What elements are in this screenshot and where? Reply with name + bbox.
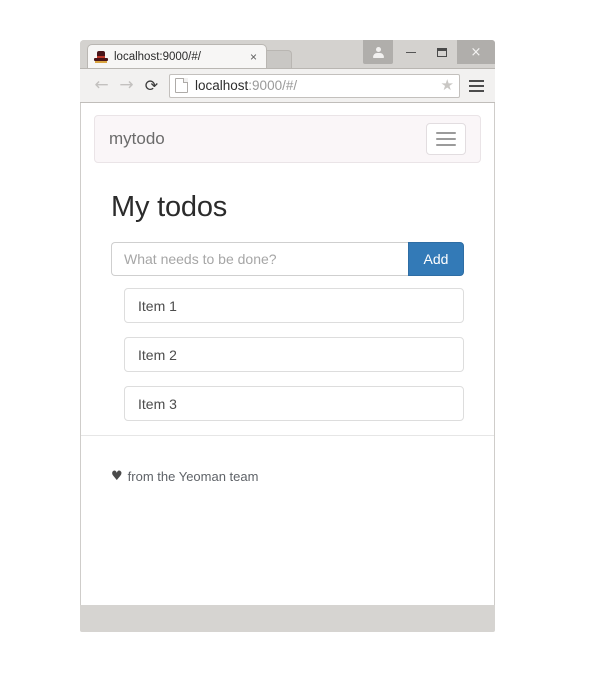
close-window-button[interactable]: × bbox=[457, 40, 495, 64]
browser-window: localhost:9000/#/ × × ← → ⟳ localhost:90… bbox=[80, 40, 495, 632]
reload-button[interactable]: ⟳ bbox=[139, 73, 164, 98]
navbar-toggle-button[interactable] bbox=[426, 123, 466, 155]
bookmark-star-icon[interactable]: ★ bbox=[441, 78, 454, 93]
navbar-brand[interactable]: mytodo bbox=[109, 129, 165, 149]
browser-tab-active[interactable]: localhost:9000/#/ × bbox=[87, 44, 267, 68]
url-path: :9000/#/ bbox=[248, 78, 298, 93]
hamburger-bar bbox=[436, 138, 456, 140]
tab-close-icon[interactable]: × bbox=[247, 51, 260, 63]
minimize-button[interactable] bbox=[395, 40, 426, 64]
todo-list: Item 1 Item 2 Item 3 bbox=[111, 288, 464, 421]
profile-avatar-button[interactable] bbox=[363, 40, 393, 64]
url-host: localhost bbox=[195, 78, 249, 93]
browser-toolbar: ← → ⟳ localhost:9000/#/ ★ bbox=[80, 68, 495, 103]
add-todo-button[interactable]: Add bbox=[408, 242, 464, 276]
window-controls: × bbox=[363, 40, 495, 64]
page-viewport: mytodo My todos Add Item 1 Item 2 Item 3… bbox=[80, 103, 495, 605]
page-document-icon bbox=[175, 78, 188, 93]
app-navbar: mytodo bbox=[94, 115, 481, 163]
person-avatar-icon bbox=[372, 46, 384, 58]
page-title: My todos bbox=[111, 191, 228, 223]
app-footer: ♥ from the Yeoman team bbox=[81, 435, 494, 484]
hamburger-bar bbox=[468, 79, 484, 82]
hamburger-bar bbox=[436, 144, 456, 146]
footer-text: ♥ from the Yeoman team bbox=[111, 469, 464, 484]
hamburger-bar bbox=[468, 89, 484, 92]
list-item[interactable]: Item 3 bbox=[124, 386, 464, 421]
browser-titlebar: localhost:9000/#/ × × bbox=[80, 40, 495, 68]
list-item[interactable]: Item 2 bbox=[124, 337, 464, 372]
hamburger-bar bbox=[468, 84, 484, 87]
maximize-button[interactable] bbox=[426, 40, 457, 64]
tab-title: localhost:9000/#/ bbox=[114, 50, 201, 63]
address-bar[interactable]: localhost:9000/#/ ★ bbox=[169, 73, 460, 98]
forward-button[interactable]: → bbox=[114, 73, 139, 98]
yeoman-hat-icon bbox=[94, 50, 108, 64]
browser-menu-button[interactable] bbox=[466, 75, 486, 97]
url-text: localhost:9000/#/ bbox=[195, 78, 297, 93]
footer-credit: from the Yeoman team bbox=[127, 469, 259, 484]
tab-strip: localhost:9000/#/ × bbox=[87, 44, 292, 68]
main-content: My todos Add Item 1 Item 2 Item 3 bbox=[81, 163, 494, 421]
new-todo-input[interactable] bbox=[111, 242, 408, 276]
add-todo-form: Add bbox=[111, 242, 464, 276]
hamburger-bar bbox=[436, 132, 456, 134]
heart-icon: ♥ bbox=[111, 469, 123, 484]
list-item[interactable]: Item 1 bbox=[124, 288, 464, 323]
window-bottom-edge bbox=[80, 605, 495, 614]
close-icon: × bbox=[470, 44, 482, 60]
minimize-icon bbox=[405, 51, 416, 53]
maximize-icon bbox=[436, 47, 447, 57]
back-button[interactable]: ← bbox=[89, 73, 114, 98]
